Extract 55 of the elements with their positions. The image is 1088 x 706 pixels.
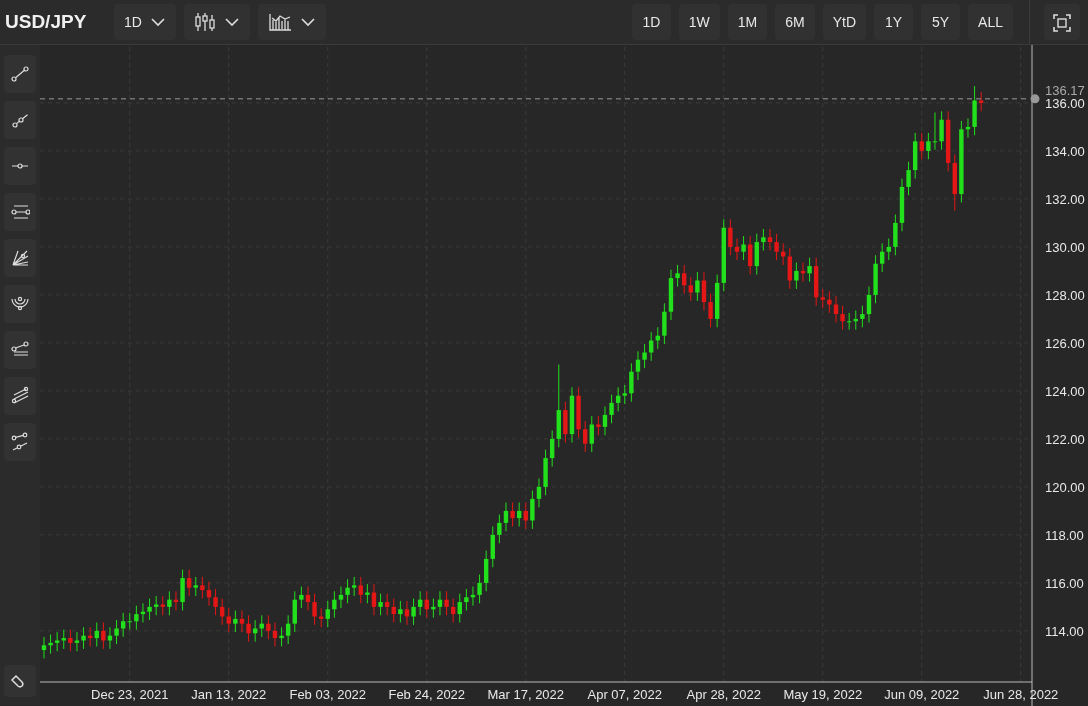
y-axis-label: 134.00 bbox=[1045, 143, 1085, 159]
bar-chart-icon bbox=[267, 12, 292, 32]
drawing-tool-button[interactable] bbox=[4, 423, 36, 461]
drawing-tool-button[interactable] bbox=[4, 101, 36, 139]
fullscreen-button[interactable] bbox=[1044, 4, 1080, 40]
x-axis-label: Feb 03, 2022 bbox=[289, 687, 367, 702]
x-axis-label: Apr 07, 2022 bbox=[587, 687, 662, 702]
x-axis-label: Jan 13, 2022 bbox=[191, 687, 267, 702]
y-axis-label: 114.00 bbox=[1045, 623, 1084, 639]
x-axis-label: Dec 23, 2021 bbox=[91, 687, 169, 702]
symbol-title: USD/JPY bbox=[4, 9, 88, 34]
range-button[interactable]: 5Y bbox=[921, 4, 961, 40]
range-button[interactable]: 1M bbox=[727, 4, 768, 40]
y-axis-label: 118.00 bbox=[1045, 527, 1084, 543]
range-button[interactable]: YtD bbox=[822, 4, 867, 40]
y-axis-label: 122.00 bbox=[1045, 431, 1085, 447]
y-axis-label: 136.00 bbox=[1045, 95, 1085, 111]
drawing-tool-button[interactable] bbox=[4, 193, 36, 231]
range-button[interactable]: ALL bbox=[968, 4, 1013, 40]
indicators-dropdown[interactable] bbox=[257, 4, 326, 40]
fan-tool-icon bbox=[10, 248, 30, 268]
drawing-tool-button[interactable] bbox=[4, 55, 36, 93]
interval-dropdown[interactable]: 1D bbox=[114, 4, 176, 40]
current-price-label: 136.17 bbox=[1045, 82, 1085, 98]
x-axis-label: May 19, 2022 bbox=[783, 687, 863, 702]
x-axis-label: Feb 24, 2022 bbox=[388, 687, 466, 702]
x-axis-label: Apr 28, 2022 bbox=[686, 687, 761, 702]
range-button[interactable]: 1D bbox=[631, 4, 671, 40]
range-button[interactable]: 1W bbox=[678, 4, 720, 40]
drawing-tool-button[interactable] bbox=[4, 377, 36, 415]
fullscreen-icon bbox=[1052, 12, 1072, 33]
drawing-tool-button[interactable] bbox=[4, 239, 36, 277]
y-axis-label: 128.00 bbox=[1045, 287, 1085, 303]
candlestick-icon bbox=[193, 12, 216, 32]
channel-tool-icon bbox=[10, 202, 30, 222]
parallel-tool-icon bbox=[10, 386, 30, 406]
y-axis-label: 120.00 bbox=[1045, 479, 1085, 495]
line-tool-icon bbox=[10, 64, 30, 84]
range-button[interactable]: 1Y bbox=[874, 4, 914, 40]
segments-tool-icon bbox=[10, 432, 30, 452]
range-button[interactable]: 6M bbox=[775, 4, 815, 40]
y-axis-label: 124.00 bbox=[1045, 383, 1085, 399]
y-axis-label: 130.00 bbox=[1045, 239, 1085, 255]
drawing-tool-button[interactable] bbox=[4, 285, 36, 323]
magnet-button[interactable] bbox=[4, 665, 36, 697]
price-marker bbox=[1030, 94, 1040, 104]
x-axis-label: Jun 09, 2022 bbox=[884, 687, 960, 702]
y-axis-label: 132.00 bbox=[1045, 191, 1085, 207]
candlestick bbox=[979, 91, 984, 112]
chart-type-dropdown[interactable] bbox=[183, 4, 250, 40]
y-axis-label: 116.00 bbox=[1045, 575, 1084, 591]
drawing-tool-button[interactable] bbox=[4, 331, 36, 369]
x-axis-label: Mar 17, 2022 bbox=[487, 687, 565, 702]
x-axis-label: Jun 28, 2022 bbox=[983, 687, 1059, 702]
y-axis-label: 126.00 bbox=[1045, 335, 1085, 351]
